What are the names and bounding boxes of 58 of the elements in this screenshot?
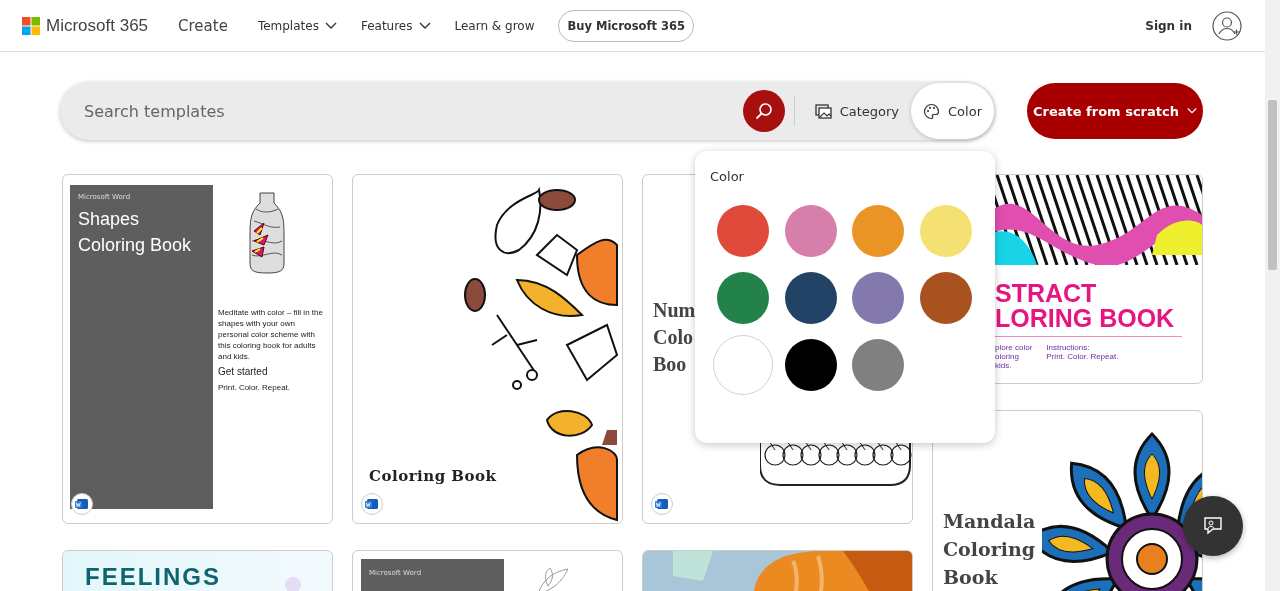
cover-title: Coloring Book [369,467,497,485]
sign-in-link[interactable]: Sign in [1145,18,1192,33]
image-stack-icon [814,103,832,119]
chevron-down-icon [324,21,337,30]
scrollbar[interactable] [1265,0,1280,591]
cover-note-line: Instructions: [1046,343,1091,352]
color-swatch[interactable] [784,339,837,391]
cover-tagline: Print. Color. Repeat. [218,383,292,392]
color-swatch[interactable] [784,272,837,324]
cover-note-line: plore color [995,343,1033,352]
avatar-icon[interactable] [1212,10,1242,41]
color-swatch[interactable] [717,205,769,257]
filter-button[interactable]: Category [802,83,912,139]
color-swatch[interactable] [717,272,769,324]
create-from-scratch-button[interactable]: Create from scratch [1027,83,1203,139]
cover-description: Meditate with color – fill in the shapes with your own personal color scheme with this coloring book for adults and kids. [218,307,324,362]
template-card[interactable]: Coloring Book [352,174,623,524]
cover-title-line: Colo [653,325,694,350]
search-field[interactable]: Search templates Category Color [60,82,995,140]
color-swatch[interactable] [919,205,972,257]
color-swatch[interactable] [784,205,837,257]
cover-note-line: Print. Color. Repeat. [1046,352,1119,361]
cover-title: Mandala Coloring Book [943,509,1037,590]
cover-title-line: STRACT [995,281,1098,306]
document-app-icon [651,493,673,515]
color-swatch[interactable] [852,205,904,257]
circle-shape [285,577,301,591]
nav-link[interactable]: Create [178,16,228,35]
cover-title-line: LORING BOOK [995,306,1176,331]
cover-heading: Get started [218,366,269,377]
cover-title: FEELINGS [85,563,221,591]
cover-note-line: oloring [995,352,1020,361]
chat-button[interactable] [1183,496,1243,556]
palette-icon [923,102,941,120]
chevron-down-icon [418,21,431,30]
logo-text[interactable]: Microsoft 365 [46,15,149,36]
template-card[interactable]: FEELINGS [62,550,333,591]
template-card[interactable]: Mandala Coloring Book [932,410,1203,591]
cover-title: Shapes Coloring Book [78,208,193,257]
cover-title-line: Boo [653,352,688,377]
nav-dropdown[interactable]: Templates [257,18,337,33]
cover-note-line: kids. [995,361,1013,370]
cover-title-line: Num [653,298,696,323]
popup-title: Color [710,169,745,184]
nav-dropdown[interactable]: Features [360,18,431,33]
chevron-down-icon [1187,107,1197,115]
windows-logo-icon [22,16,40,35]
nav-link[interactable]: Learn & grow [454,18,535,33]
search-icon [754,102,773,120]
chat-icon [1202,515,1224,537]
color-swatch[interactable] [852,272,904,324]
filter-button[interactable]: Color [911,83,994,139]
document-app-icon [361,493,383,515]
search-button[interactable] [742,90,785,132]
document-app-icon [71,493,93,515]
color-swatch[interactable] [919,272,972,324]
buy-button[interactable]: Buy Microsoft 365 [558,9,694,42]
color-swatch[interactable] [852,339,904,391]
